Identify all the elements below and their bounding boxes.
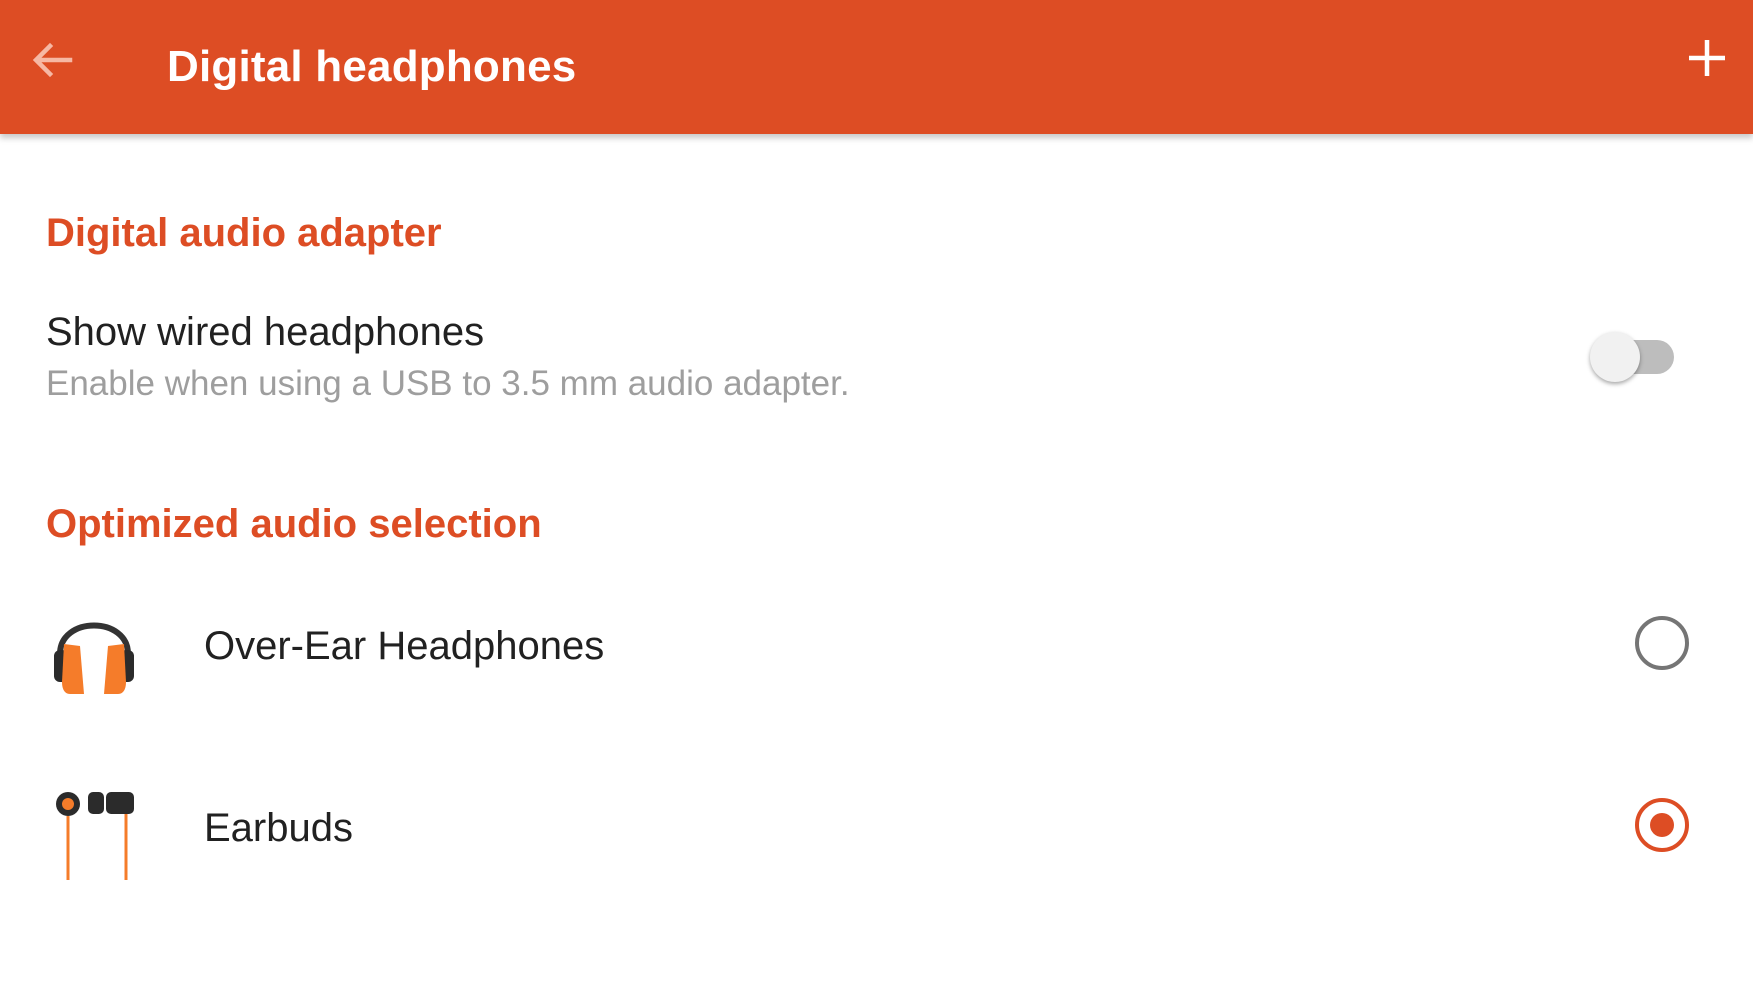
radio-earbuds[interactable] — [1635, 798, 1689, 852]
page-title: Digital headphones — [167, 42, 577, 91]
app-bar: Digital headphones — [0, 0, 1753, 134]
plus-icon — [1689, 40, 1725, 76]
option-label: Earbuds — [204, 806, 353, 850]
preference-summary: Enable when using a USB to 3.5 mm audio … — [46, 364, 850, 403]
add-button[interactable] — [1673, 24, 1741, 92]
earbuds-icon — [56, 792, 134, 880]
wired-headphones-switch[interactable] — [1590, 328, 1676, 384]
radio-over-ear-headphones[interactable] — [1635, 616, 1689, 670]
app-root: Digital headphones Digital audio adapter… — [0, 0, 1753, 990]
option-label: Over-Ear Headphones — [204, 624, 605, 668]
back-button[interactable] — [22, 26, 82, 94]
option-over-ear-headphones[interactable]: Over-Ear Headphones — [0, 560, 1753, 730]
switch-thumb — [1590, 332, 1640, 382]
arrow-back-icon — [32, 42, 73, 78]
over-ear-headphones-icon — [54, 622, 134, 694]
section-header-selection: Optimized audio selection — [46, 502, 542, 546]
option-earbuds[interactable]: Earbuds — [0, 742, 1753, 912]
preference-title: Show wired headphones — [46, 310, 485, 354]
section-header-adapter: Digital audio adapter — [46, 211, 442, 255]
radio-selected-dot — [1650, 813, 1674, 837]
